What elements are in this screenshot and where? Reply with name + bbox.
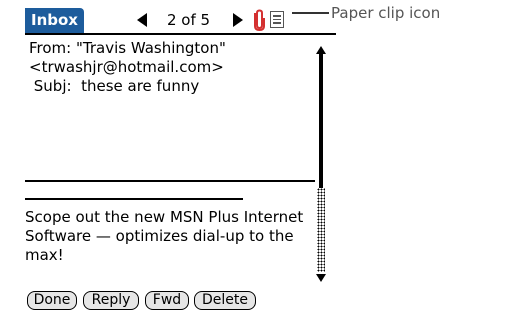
body-separator xyxy=(25,198,243,200)
body-line: Scope out the new MSN Plus Internet xyxy=(25,208,304,226)
header-email: <trwashjr@hotmail.com> xyxy=(29,58,224,76)
body-line: Software — optimizes dial-up to the xyxy=(25,227,294,245)
left-arrow-icon[interactable] xyxy=(137,13,147,27)
palm-email-screen: Inbox 2 of 5 From: "Travis Washington" <… xyxy=(25,8,336,312)
scrollbar-thumb[interactable] xyxy=(319,53,323,188)
header-separator xyxy=(25,180,315,182)
message-view: From: "Travis Washington" <trwashjr@hotm… xyxy=(29,39,314,96)
right-arrow-icon[interactable] xyxy=(233,13,243,27)
scrollbar-track[interactable] xyxy=(317,188,325,272)
scroll-down-icon[interactable] xyxy=(316,274,326,282)
header-subject: Subj: these are funny xyxy=(29,77,200,95)
reply-button[interactable]: Reply xyxy=(83,291,139,310)
paper-clip-icon[interactable] xyxy=(253,9,267,31)
done-button[interactable]: Done xyxy=(27,291,77,310)
fwd-button[interactable]: Fwd xyxy=(145,291,189,310)
message-body: Scope out the new MSN Plus Internet Soft… xyxy=(25,208,320,265)
body-line: max! xyxy=(25,246,64,264)
delete-button[interactable]: Delete xyxy=(194,291,256,310)
header-from: From: "Travis Washington" xyxy=(29,39,226,57)
message-counter: 2 of 5 xyxy=(167,11,211,29)
menu-icon[interactable] xyxy=(270,11,284,28)
title-bar: Inbox 2 of 5 xyxy=(25,8,336,35)
callout-leader-line xyxy=(292,12,329,14)
inbox-tab[interactable]: Inbox xyxy=(25,8,84,33)
callout-label: Paper clip icon xyxy=(331,4,441,22)
